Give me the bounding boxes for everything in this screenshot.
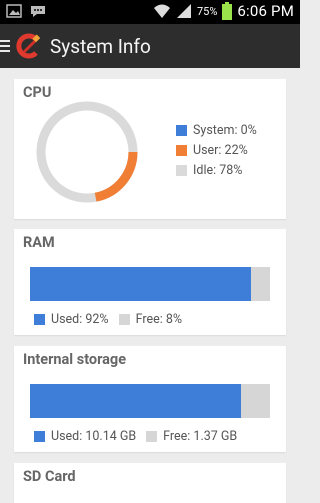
ram-used-fill — [30, 267, 251, 301]
ram-used-swatch — [34, 314, 45, 325]
cpu-donut-chart — [36, 101, 138, 203]
legend-system: System: 0% — [176, 123, 257, 138]
storage-free-label: Free: 1.37 GB — [163, 429, 238, 444]
legend-idle: Idle: 78% — [176, 163, 257, 178]
status-time: 6:06 PM — [237, 2, 294, 20]
signal-icon — [176, 4, 191, 18]
legend-user-label: User: 22% — [193, 143, 248, 158]
ram-card: RAM Used: 92% Free: 8% — [14, 229, 286, 335]
storage-used-label: Used: 10.14 GB — [51, 429, 137, 444]
battery-percentage: 75% — [196, 4, 218, 18]
ccleaner-logo-icon[interactable] — [14, 32, 42, 60]
menu-icon[interactable] — [0, 40, 10, 52]
chat-icon — [31, 6, 45, 17]
legend-idle-label: Idle: 78% — [193, 163, 243, 178]
sd-card-title: SD Card — [23, 468, 76, 485]
cpu-card: CPU System: 0% User: 22% Idle: 78% — [14, 79, 286, 219]
legend-user: User: 22% — [176, 143, 257, 158]
battery-icon — [222, 2, 233, 20]
app-title: System Info — [50, 34, 151, 58]
storage-free-legend: Free: 1.37 GB — [146, 429, 237, 444]
internal-storage-card: Internal storage Used: 10.14 GB Free: 1.… — [14, 346, 286, 452]
gallery-icon — [6, 4, 22, 18]
ram-free-label: Free: 8% — [135, 312, 183, 327]
ram-usage-bar — [30, 267, 270, 301]
storage-used-legend: Used: 10.14 GB — [34, 429, 136, 444]
storage-free-swatch — [146, 431, 158, 442]
ram-title: RAM — [23, 234, 55, 251]
ram-used-label: Used: 92% — [51, 312, 109, 327]
ram-free-swatch — [118, 314, 130, 325]
internal-storage-legend: Used: 10.14 GB Free: 1.37 GB — [34, 429, 237, 444]
ram-free-legend: Free: 8% — [118, 312, 183, 327]
sd-card-card: SD Card — [14, 463, 286, 503]
ram-legend: Used: 92% Free: 8% — [34, 312, 182, 327]
wifi-icon — [153, 4, 170, 18]
cpu-user-arc — [94, 151, 138, 202]
cpu-legend: System: 0% User: 22% Idle: 78% — [176, 123, 257, 178]
legend-user-swatch — [176, 145, 187, 156]
legend-system-swatch — [176, 125, 187, 136]
internal-storage-usage-bar — [30, 384, 270, 418]
legend-system-label: System: 0% — [193, 123, 257, 138]
app-bar: System Info — [0, 24, 300, 68]
legend-idle-swatch — [176, 165, 187, 176]
internal-storage-used-fill — [30, 384, 242, 418]
status-bar: 75% 6:06 PM — [0, 0, 300, 24]
storage-used-swatch — [34, 431, 45, 442]
ram-used-legend: Used: 92% — [34, 312, 109, 327]
internal-storage-title: Internal storage — [23, 351, 127, 368]
